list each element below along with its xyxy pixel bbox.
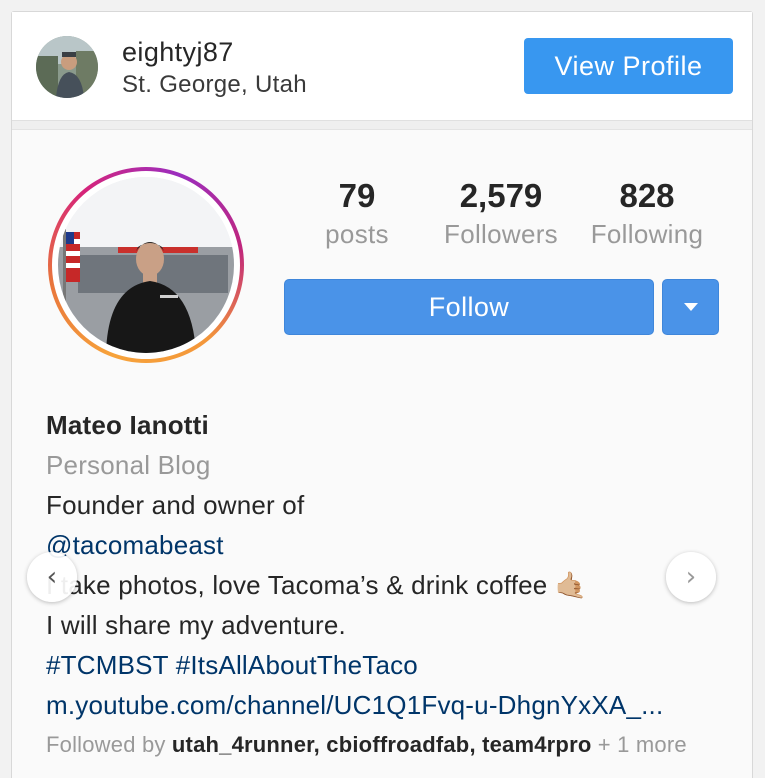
followed-by-users[interactable]: utah_4runner, cbioffroadfab, team4rpro <box>172 732 592 757</box>
header-divider <box>12 120 752 130</box>
following-count: 828 <box>619 177 675 214</box>
full-name: Mateo Ianotti <box>46 410 209 440</box>
user-avatar[interactable] <box>36 36 98 98</box>
profile-bio: Mateo Ianotti Personal Blog Founder and … <box>46 405 736 725</box>
caret-down-icon <box>683 303 698 311</box>
card-header: eightyj87 St. George, Utah View Profile <box>12 12 752 120</box>
profile-avatar-ring <box>48 167 244 363</box>
followers-label: Followers <box>444 219 558 249</box>
followed-by-more[interactable]: + 1 more <box>598 732 687 757</box>
following-label: Following <box>590 219 704 249</box>
posts-stat[interactable]: 79 posts <box>312 177 402 250</box>
follow-options-button[interactable] <box>662 279 719 335</box>
view-profile-button[interactable]: View Profile <box>524 38 733 94</box>
profile-card: eightyj87 St. George, Utah View Profile <box>11 11 753 778</box>
chevron-right-icon[interactable]: › <box>666 552 716 602</box>
followed-by-prefix: Followed by <box>46 732 166 757</box>
website-link[interactable]: m.youtube.com/channel/UC1Q1Fvq-u-DhgnYxX… <box>46 685 736 725</box>
chevron-left-icon[interactable]: ‹ <box>27 552 77 602</box>
hashtag-links[interactable]: #TCMBST #ItsAllAboutTheTaco <box>46 645 736 685</box>
follow-button[interactable]: Follow <box>284 279 654 335</box>
posts-label: posts <box>325 219 389 249</box>
location[interactable]: St. George, Utah <box>122 71 307 99</box>
posts-count: 79 <box>338 177 376 214</box>
bio-line-3: I take photos, love Tacoma’s & drink cof… <box>46 570 588 600</box>
mention-link[interactable]: @tacomabeast <box>46 525 736 565</box>
category-label: Personal Blog <box>46 450 211 480</box>
followed-by[interactable]: Followed by utah_4runner, cbioffroadfab,… <box>46 732 687 758</box>
following-stat[interactable]: 828 Following <box>582 177 712 250</box>
followers-count: 2,579 <box>459 177 543 214</box>
followers-stat[interactable]: 2,579 Followers <box>436 177 566 250</box>
bio-line-4: I will share my adventure. <box>46 610 346 640</box>
username[interactable]: eightyj87 <box>122 37 234 68</box>
profile-photo[interactable] <box>58 177 234 353</box>
bio-line-1: Founder and owner of <box>46 490 305 520</box>
